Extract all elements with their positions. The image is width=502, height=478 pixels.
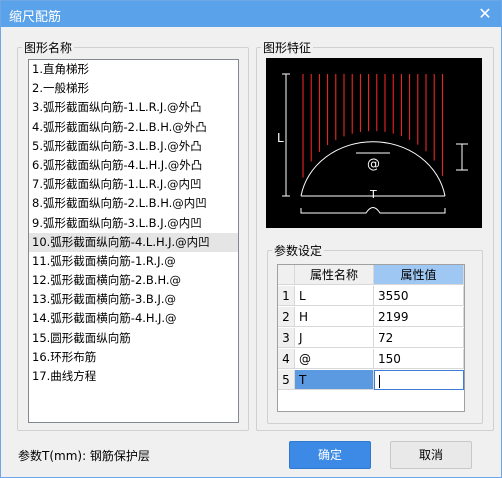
param-name-cell[interactable]: H: [295, 307, 374, 327]
param-value-cell[interactable]: 72: [374, 328, 464, 348]
list-item[interactable]: 6.弧形截面纵向筋-4.L.H.J.@外凸: [29, 156, 238, 175]
list-item[interactable]: 4.弧形截面纵向筋-2.L.B.H.@外凸: [29, 118, 238, 137]
table-row[interactable]: 1 L 3550: [278, 286, 464, 307]
list-item[interactable]: 2.一般梯形: [29, 79, 238, 98]
table-row[interactable]: 2 H 2199: [278, 307, 464, 328]
row-index[interactable]: 5: [278, 370, 295, 390]
bottom-chord: [300, 207, 446, 214]
window-title: 缩尺配筋: [9, 10, 62, 25]
list-item[interactable]: 12.弧形截面横向筋-2.B.H.@: [29, 271, 238, 290]
header-property-name[interactable]: 属性名称: [295, 265, 374, 285]
list-item[interactable]: 15.圆形截面纵向筋: [29, 329, 238, 348]
shape-preview-drawing: L @ T: [277, 73, 468, 214]
list-item[interactable]: 8.弧形截面纵向筋-2.L.B.H.@内凹: [29, 194, 238, 213]
list-item-selected[interactable]: 10.弧形截面纵向筋-4.L.H.J.@内凹: [29, 232, 238, 252]
row-index[interactable]: 4: [278, 349, 295, 369]
param-settings-legend: 参数设定: [274, 244, 323, 258]
shape-list[interactable]: 1.直角梯形 2.一般梯形 3.弧形截面纵向筋-1.L.R.J.@外凸 4.弧形截面纵…: [28, 59, 239, 423]
label-at: @: [367, 157, 380, 172]
list-item[interactable]: 17.曲线方程: [29, 367, 238, 386]
label-l: L: [277, 131, 284, 145]
param-table[interactable]: 属性名称 属性值 1 L 3550 2 H 2199 3 J 72 4 @ 15…: [277, 264, 465, 412]
cancel-button[interactable]: 取消: [390, 441, 472, 469]
list-item[interactable]: 1.直角梯形: [29, 60, 238, 79]
list-item[interactable]: 13.弧形截面横向筋-3.B.J.@: [29, 290, 238, 309]
param-name-cell[interactable]: J: [295, 328, 374, 348]
label-t: T: [369, 188, 377, 201]
ok-button[interactable]: 确定: [289, 441, 371, 469]
text-caret: [379, 375, 380, 388]
status-text: 参数T(mm): 钢筋保护层: [18, 449, 150, 463]
list-item[interactable]: 11.弧形截面横向筋-1.R.J.@: [29, 252, 238, 271]
list-item[interactable]: 14.弧形截面横向筋-4.H.J.@: [29, 309, 238, 328]
table-row[interactable]: 4 @ 150: [278, 349, 464, 370]
shape-name-legend: 图形名称: [24, 41, 73, 55]
list-item[interactable]: 5.弧形截面纵向筋-3.L.B.J.@外凸: [29, 137, 238, 156]
param-value-editor[interactable]: [374, 370, 464, 390]
list-item[interactable]: 9.弧形截面纵向筋-3.L.B.J.@内凹: [29, 214, 238, 233]
param-value-cell[interactable]: 2199: [374, 307, 464, 327]
list-item[interactable]: 7.弧形截面纵向筋-1.L.R.J.@内凹: [29, 175, 238, 194]
shape-preview: L @ T: [266, 58, 482, 228]
close-icon[interactable]: ✕: [475, 4, 495, 24]
row-index[interactable]: 1: [278, 286, 295, 306]
dialog-window: 缩尺配筋 ✕ 图形名称 1.直角梯形 2.一般梯形 3.弧形截面纵向筋-1.L.R.…: [0, 0, 502, 478]
param-name-cell[interactable]: L: [295, 286, 374, 306]
list-item[interactable]: 16.环形布筋: [29, 348, 238, 367]
param-value-cell[interactable]: 3550: [374, 286, 464, 306]
param-name-cell[interactable]: T: [295, 370, 374, 390]
shape-feature-legend: 图形特征: [263, 41, 312, 55]
param-table-header: 属性名称 属性值: [278, 265, 464, 286]
param-name-cell[interactable]: @: [295, 349, 374, 369]
header-corner: [278, 265, 295, 285]
title-bar[interactable]: 缩尺配筋 ✕: [1, 1, 501, 27]
header-property-value[interactable]: 属性值: [374, 265, 464, 285]
list-item[interactable]: 3.弧形截面纵向筋-1.L.R.J.@外凸: [29, 98, 238, 117]
row-index[interactable]: 3: [278, 328, 295, 348]
table-row[interactable]: 3 J 72: [278, 328, 464, 349]
row-index[interactable]: 2: [278, 307, 295, 327]
param-value-cell[interactable]: 150: [374, 349, 464, 369]
table-row-active[interactable]: 5 T: [278, 370, 464, 391]
